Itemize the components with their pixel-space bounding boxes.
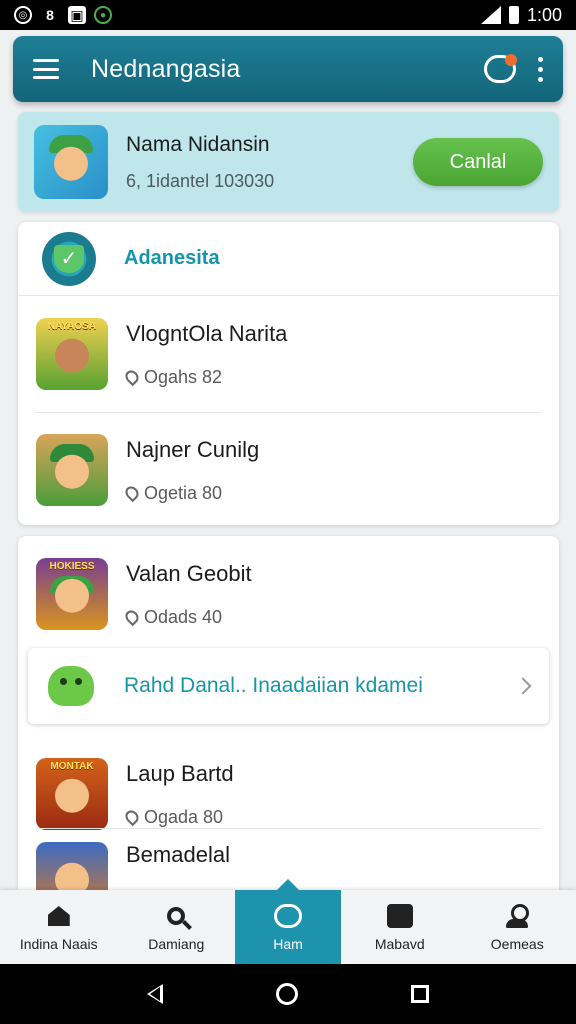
list-item[interactable]: NAYAOSA VlogntOla Narita Ogahs 82: [18, 296, 559, 412]
location-icon: [122, 807, 142, 827]
game-thumbnail: HOKIESS: [36, 558, 108, 630]
bottom-navigation: Indina Naais Damiang Ham Mabavd Oemeas: [0, 890, 576, 964]
item-title: Valan Geobit: [126, 560, 252, 586]
battery-icon: [508, 6, 519, 24]
item-title: Bemadelal: [126, 842, 230, 867]
promo-banner[interactable]: Rahd Danal.. Inaadaiian kdamei: [28, 648, 549, 724]
app-bar: Nednangasia: [13, 36, 563, 102]
nav-label: Mabavd: [374, 936, 425, 952]
list-item[interactable]: Najner Cunilg Ogetia 80: [18, 412, 559, 528]
nav-item-search[interactable]: Damiang: [118, 890, 236, 964]
profile-subtitle: 6, 1idantel 103030: [126, 170, 275, 191]
profile-name: Nama Nidansin: [126, 132, 270, 156]
person-icon: [503, 902, 531, 930]
banner-text: Rahd Danal.. Inaadaiian kdamei: [124, 674, 423, 697]
nav-item-home[interactable]: Indina Naais: [0, 890, 118, 964]
cancel-button[interactable]: Canlal: [413, 138, 543, 186]
game-thumbnail: [36, 434, 108, 506]
app-notification-icon: 8: [46, 7, 54, 23]
profile-avatar: [34, 125, 108, 199]
item-subtitle: Odads 40: [144, 606, 223, 627]
status-time: 1:00: [526, 4, 562, 25]
list-card: HOKIESS Valan Geobit Odads 40 Rahd Danal…: [18, 536, 559, 914]
nav-label: Oemeas: [490, 936, 544, 952]
section-title: Adanesita: [124, 247, 220, 269]
location-icon: [122, 367, 142, 387]
item-title: Laup Bartd: [126, 760, 234, 786]
system-navigation-bar: [0, 964, 576, 1024]
message-icon: [386, 902, 414, 930]
nav-item-games[interactable]: Ham: [235, 890, 341, 964]
page-title: Nednangasia: [91, 54, 241, 83]
location-icon: [122, 483, 142, 503]
game-thumbnail: MONTAK: [36, 758, 108, 830]
nav-label: Ham: [273, 936, 303, 952]
chat-notification-icon[interactable]: [484, 54, 517, 83]
nav-label: Indina Naais: [19, 936, 98, 952]
location-icon: [122, 607, 142, 627]
list-item[interactable]: HOKIESS Valan Geobit Odads 40: [18, 536, 559, 652]
home-circle-icon[interactable]: [275, 983, 298, 1005]
game-thumbnail: NAYAOSA: [36, 318, 108, 390]
item-subtitle: Ogada 80: [144, 806, 224, 827]
recents-icon[interactable]: [411, 985, 430, 1003]
section-header: ✓ Adanesita: [18, 222, 559, 296]
item-subtitle: Ogetia 80: [144, 482, 223, 503]
profile-card: Nama Nidansin 6, 1idantel 103030 Canlal: [18, 112, 559, 212]
item-subtitle: Ogahs 82: [144, 366, 223, 387]
nav-label: Damiang: [148, 936, 205, 952]
back-icon[interactable]: [146, 984, 163, 1004]
section-card: ✓ Adanesita NAYAOSA VlogntOla Narita Oga…: [18, 222, 559, 525]
shield-check-icon: ✓: [42, 231, 96, 286]
whatsapp-icon: ●: [94, 6, 112, 24]
item-title: VlogntOla Narita: [126, 320, 288, 346]
item-title: Najner Cunilg: [126, 436, 260, 462]
signal-icon: [480, 6, 501, 24]
gamepad-icon: [274, 902, 302, 930]
nav-item-profile[interactable]: Oemeas: [459, 890, 576, 964]
sync-icon: ◎: [14, 6, 32, 24]
chevron-right-icon: [514, 677, 532, 695]
photo-icon: ▣: [68, 6, 86, 24]
home-icon: [45, 902, 73, 930]
menu-icon[interactable]: [33, 59, 59, 79]
more-options-icon[interactable]: [538, 56, 543, 82]
search-icon: [162, 902, 190, 930]
status-bar: ◎ 8 ▣ ● 1:00: [0, 0, 576, 30]
nav-item-messages[interactable]: Mabavd: [341, 890, 459, 964]
bug-icon: [48, 666, 94, 706]
